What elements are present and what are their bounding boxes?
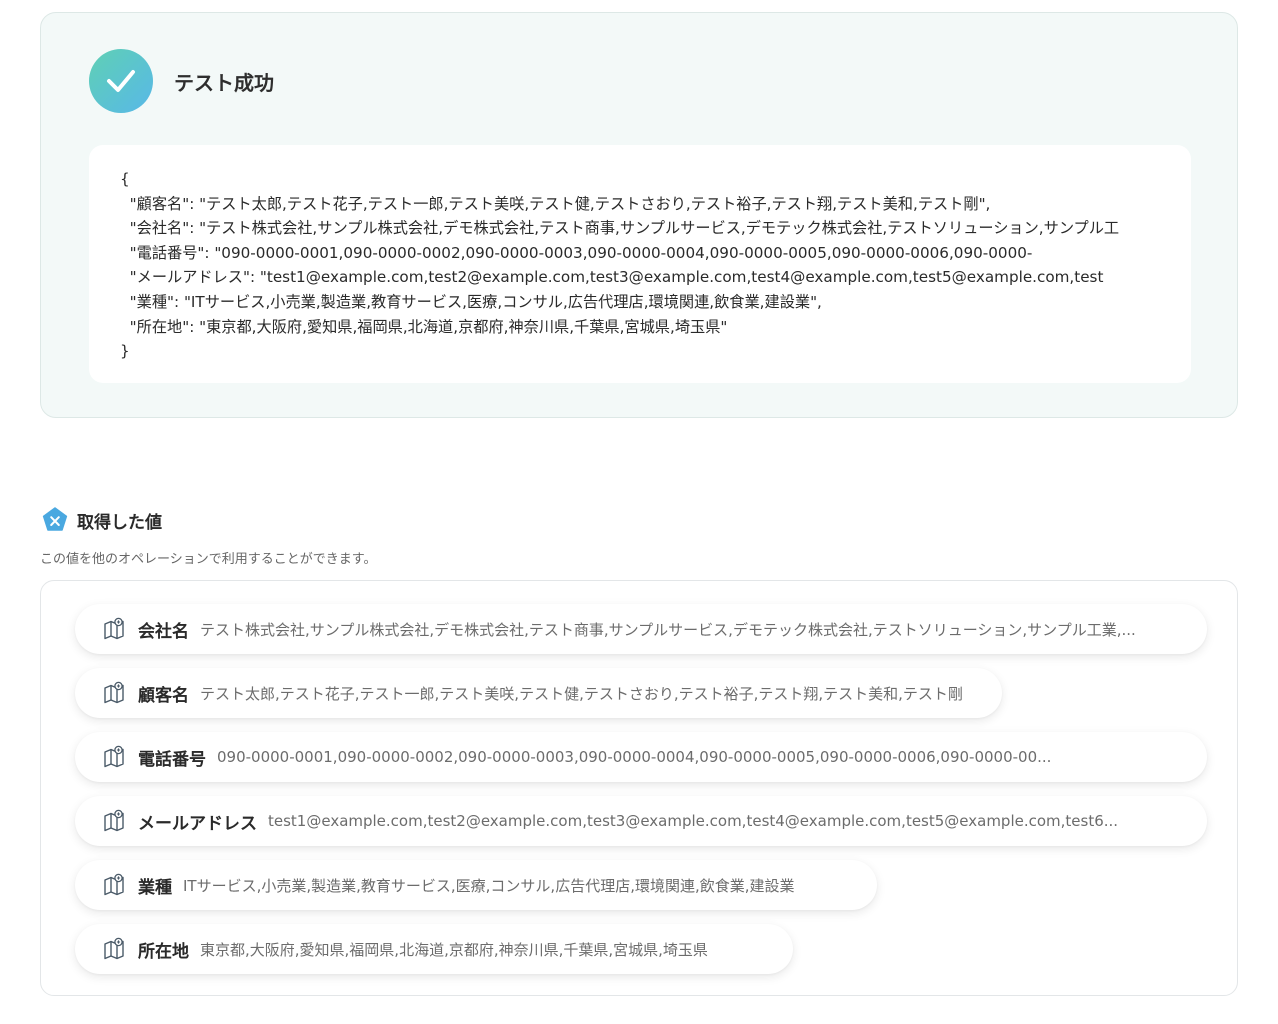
data-field-icon	[104, 617, 124, 640]
value-text: 090-0000-0001,090-0000-0002,090-0000-000…	[217, 748, 1052, 766]
value-label: 会社名	[138, 621, 189, 642]
value-label: メールアドレス	[138, 813, 257, 834]
value-label: 所在地	[138, 941, 189, 962]
value-item-company[interactable]: 会社名 テスト株式会社,サンプル株式会社,デモ株式会社,テスト商事,サンプルサー…	[75, 604, 1207, 654]
data-field-icon	[104, 873, 124, 896]
value-item-email[interactable]: メールアドレス test1@example.com,test2@example.…	[75, 796, 1207, 846]
values-section-header: 取得した値	[42, 506, 162, 534]
value-item-phone[interactable]: 電話番号 090-0000-0001,090-0000-0002,090-000…	[75, 732, 1207, 782]
json-line: }	[120, 342, 130, 361]
json-output: { "顧客名": "テスト太郎,テスト花子,テスト一郎,テスト美咲,テスト健,テ…	[89, 145, 1191, 383]
value-label: 電話番号	[138, 749, 206, 770]
json-line: "会社名": "テスト株式会社,サンプル株式会社,デモ株式会社,テスト商事,サン…	[120, 219, 1120, 238]
status-title: テスト成功	[174, 70, 274, 95]
value-item-customer[interactable]: 顧客名 テスト太郎,テスト花子,テスト一郎,テスト美咲,テスト健,テストさおり,…	[75, 668, 1002, 718]
value-label: 顧客名	[138, 685, 189, 706]
value-text: test1@example.com,test2@example.com,test…	[268, 812, 1119, 830]
data-field-icon	[104, 937, 124, 960]
json-line: "顧客名": "テスト太郎,テスト花子,テスト一郎,テスト美咲,テスト健,テスト…	[120, 194, 991, 213]
success-badge	[89, 49, 153, 113]
value-label: 業種	[138, 877, 172, 898]
json-line: {	[120, 170, 130, 188]
json-line: "メールアドレス": "test1@example.com,test2@exam…	[120, 268, 1104, 287]
json-line: "電話番号": "090-0000-0001,090-0000-0002,090…	[120, 243, 1033, 262]
value-text: テスト株式会社,サンプル株式会社,デモ株式会社,テスト商事,サンプルサービス,デ…	[200, 620, 1136, 639]
json-line: "業種": "ITサービス,小売業,製造業,教育サービス,医療,コンサル,広告代…	[120, 292, 822, 311]
variable-icon	[42, 507, 68, 531]
section-description: この値を他のオペレーションで利用することができます。	[40, 552, 377, 567]
value-text: テスト太郎,テスト花子,テスト一郎,テスト美咲,テスト健,テストさおり,テスト裕…	[200, 684, 963, 703]
section-title: 取得した値	[77, 512, 162, 533]
data-field-icon	[104, 809, 124, 832]
values-list: 会社名 テスト株式会社,サンプル株式会社,デモ株式会社,テスト商事,サンプルサー…	[40, 580, 1238, 996]
value-item-industry[interactable]: 業種 ITサービス,小売業,製造業,教育サービス,医療,コンサル,広告代理店,環…	[75, 860, 877, 910]
value-item-location[interactable]: 所在地 東京都,大阪府,愛知県,福岡県,北海道,京都府,神奈川県,千葉県,宮城県…	[75, 924, 793, 974]
value-text: 東京都,大阪府,愛知県,福岡県,北海道,京都府,神奈川県,千葉県,宮城県,埼玉県	[200, 940, 708, 959]
json-line: "所在地": "東京都,大阪府,愛知県,福岡県,北海道,京都府,神奈川県,千葉県…	[120, 317, 728, 336]
value-text: ITサービス,小売業,製造業,教育サービス,医療,コンサル,広告代理店,環境関連…	[183, 876, 795, 895]
test-status: テスト成功	[89, 49, 274, 113]
data-field-icon	[104, 745, 124, 768]
check-icon	[107, 70, 135, 92]
data-field-icon	[104, 681, 124, 704]
test-result-panel: テスト成功 { "顧客名": "テスト太郎,テスト花子,テスト一郎,テスト美咲,…	[40, 12, 1238, 418]
